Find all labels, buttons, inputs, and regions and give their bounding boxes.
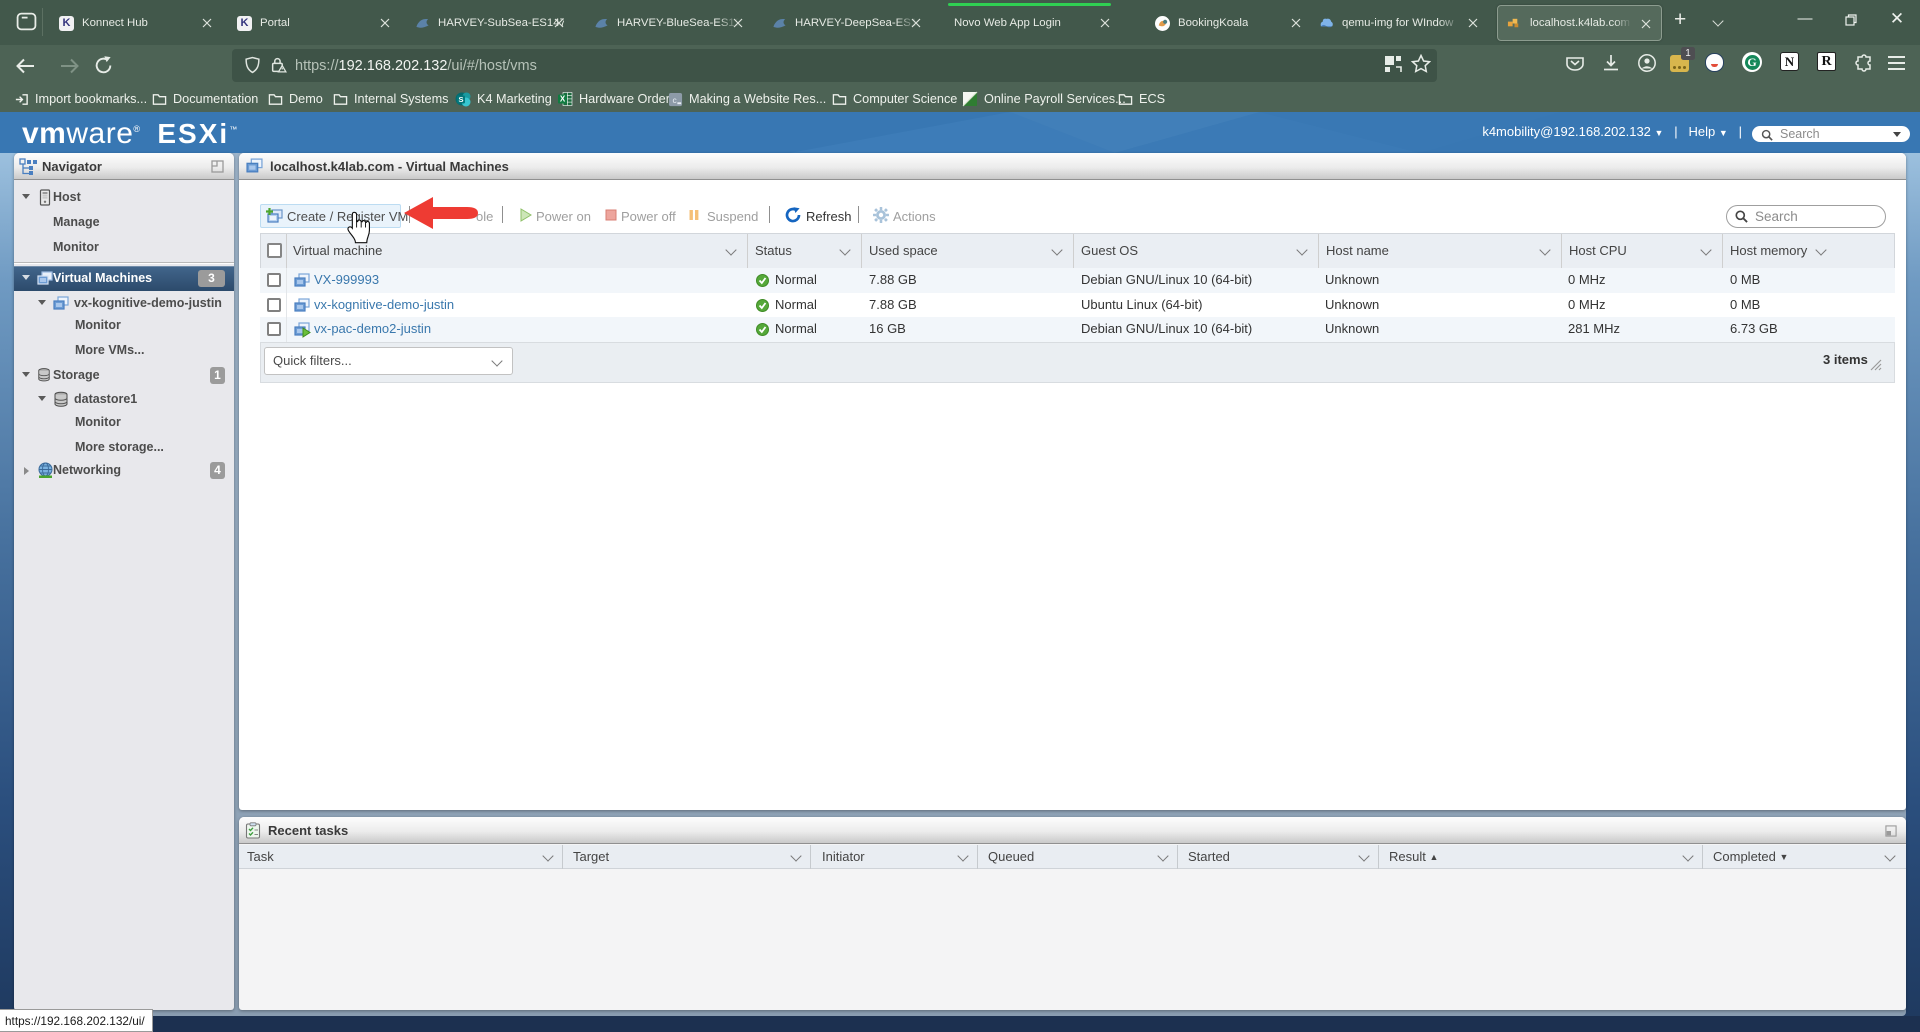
- svg-text:c: c: [672, 94, 676, 104]
- svg-text:S: S: [458, 95, 463, 104]
- svg-text:X: X: [560, 95, 566, 104]
